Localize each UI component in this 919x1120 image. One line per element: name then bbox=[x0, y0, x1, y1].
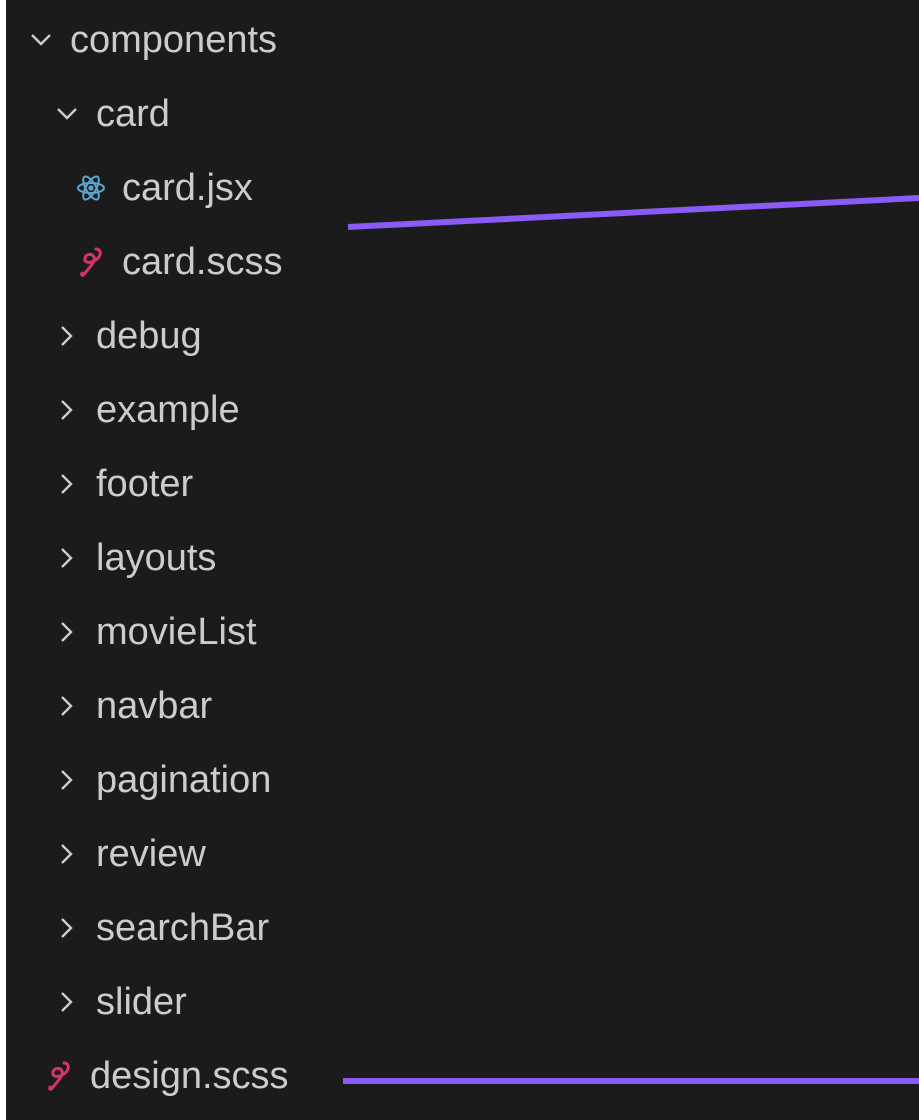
tree-folder-label: footer bbox=[96, 463, 194, 505]
tree-folder-label: components bbox=[70, 19, 278, 61]
tree-folder-label: pagination bbox=[96, 759, 272, 801]
tree-folder-label: debug bbox=[96, 315, 202, 357]
tree-folder-label: card bbox=[96, 93, 170, 135]
tree-folder-label: navbar bbox=[96, 685, 213, 727]
chevron-right-icon[interactable] bbox=[54, 467, 80, 501]
tree-folder-label: slider bbox=[96, 981, 187, 1023]
tree-folder-slider[interactable]: slider bbox=[6, 965, 919, 1039]
chevron-right-icon[interactable] bbox=[54, 689, 80, 723]
tree-folder-label: layouts bbox=[96, 537, 217, 579]
tree-folder-label: movieList bbox=[96, 611, 257, 653]
chevron-down-icon[interactable] bbox=[28, 23, 54, 57]
sass-icon bbox=[76, 245, 106, 279]
chevron-right-icon[interactable] bbox=[54, 393, 80, 427]
react-icon bbox=[76, 171, 106, 205]
tree-folder-card[interactable]: card bbox=[6, 77, 919, 151]
chevron-down-icon[interactable] bbox=[54, 97, 80, 131]
tree-folder-label: example bbox=[96, 389, 240, 431]
tree-folder-navbar[interactable]: navbar bbox=[6, 669, 919, 743]
chevron-right-icon[interactable] bbox=[54, 763, 80, 797]
tree-folder-label: searchBar bbox=[96, 907, 270, 949]
tree-folder-movielist[interactable]: movieList bbox=[6, 595, 919, 669]
tree-folder-label: review bbox=[96, 833, 206, 875]
tree-folder-debug[interactable]: debug bbox=[6, 299, 919, 373]
chevron-right-icon[interactable] bbox=[54, 985, 80, 1019]
chevron-right-icon[interactable] bbox=[54, 837, 80, 871]
chevron-right-icon[interactable] bbox=[54, 319, 80, 353]
sass-icon bbox=[44, 1059, 74, 1093]
chevron-right-icon[interactable] bbox=[54, 911, 80, 945]
tree-file-label: design.scss bbox=[90, 1055, 289, 1097]
tree-file-label: card.scss bbox=[122, 241, 283, 283]
file-explorer-panel: components card card.jsx card.scss debug… bbox=[6, 0, 919, 1120]
tree-file-label: card.jsx bbox=[122, 167, 253, 209]
chevron-right-icon[interactable] bbox=[54, 615, 80, 649]
tree-folder-footer[interactable]: footer bbox=[6, 447, 919, 521]
tree-file-design-scss[interactable]: design.scss bbox=[6, 1039, 919, 1113]
tree-folder-searchbar[interactable]: searchBar bbox=[6, 891, 919, 965]
chevron-right-icon[interactable] bbox=[54, 541, 80, 575]
tree-file-card-jsx[interactable]: card.jsx bbox=[6, 151, 919, 225]
tree-folder-pagination[interactable]: pagination bbox=[6, 743, 919, 817]
tree-folder-review[interactable]: review bbox=[6, 817, 919, 891]
tree-folder-example[interactable]: example bbox=[6, 373, 919, 447]
tree-folder-layouts[interactable]: layouts bbox=[6, 521, 919, 595]
file-tree: components card card.jsx card.scss debug… bbox=[6, 3, 919, 1113]
tree-folder-components[interactable]: components bbox=[6, 3, 919, 77]
tree-file-card-scss[interactable]: card.scss bbox=[6, 225, 919, 299]
